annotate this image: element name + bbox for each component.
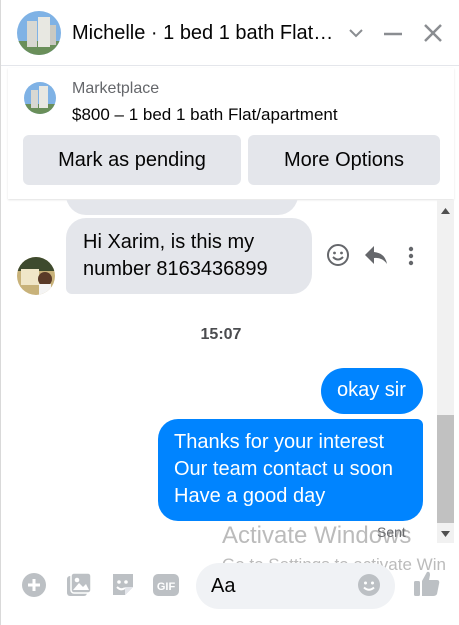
message-line: Our team contact u soon — [174, 458, 394, 480]
minimize-icon[interactable] — [381, 24, 405, 44]
marketplace-label: Marketplace — [72, 80, 160, 97]
gif-label: GIF — [157, 581, 176, 593]
composer-bar: GIF Aa — [1, 555, 459, 625]
sender-avatar[interactable] — [17, 257, 55, 295]
more-options-button[interactable]: More Options — [248, 135, 440, 185]
message-bubble-incoming[interactable]: Hi Xarim, is this my number 8163436899 — [66, 218, 312, 294]
emoji-icon[interactable] — [356, 572, 382, 598]
message-line: okay sir — [337, 379, 406, 401]
gif-icon[interactable]: GIF — [151, 570, 181, 600]
message-line: Thanks for your interest — [174, 431, 385, 453]
photo-icon[interactable] — [64, 570, 94, 600]
message-timestamp: 15:07 — [200, 326, 242, 343]
more-vertical-icon[interactable] — [405, 245, 417, 267]
chevron-down-icon[interactable] — [348, 26, 364, 40]
message-line: number 8163436899 — [83, 258, 268, 280]
message-bubble-partial — [66, 200, 298, 215]
reply-icon[interactable] — [363, 243, 389, 267]
message-input-placeholder: Aa — [211, 575, 236, 597]
contact-avatar[interactable] — [17, 11, 61, 55]
message-scrollbar[interactable] — [437, 200, 454, 543]
scroll-up-arrow-icon[interactable] — [437, 204, 454, 218]
listing-title[interactable]: $800 – 1 bed 1 bath Flat/apartment — [72, 105, 338, 125]
message-bubble-outgoing[interactable]: okay sir — [321, 368, 423, 414]
scroll-down-arrow-icon[interactable] — [437, 527, 454, 541]
message-list[interactable]: Hi Xarim, is this my number 8163436899 1… — [1, 200, 459, 555]
activate-windows-title: Activate Windows — [222, 522, 412, 549]
message-bubble-outgoing[interactable]: Thanks for your interest Our team contac… — [158, 419, 423, 521]
plus-icon[interactable] — [19, 570, 49, 600]
listing-thumbnail[interactable] — [24, 82, 56, 114]
chat-header[interactable]: Michelle · 1 bed 1 bath Flat… — [1, 0, 459, 66]
react-emoji-icon[interactable] — [326, 243, 350, 267]
message-line: Have a good day — [174, 485, 326, 507]
message-line: Hi Xarim, is this my — [83, 231, 255, 253]
like-icon[interactable] — [411, 568, 443, 600]
chat-window: Michelle · 1 bed 1 bath Flat… Marketplac… — [0, 0, 459, 625]
marketplace-listing-card: Marketplace $800 – 1 bed 1 bath Flat/apa… — [8, 68, 454, 199]
sticker-icon[interactable] — [108, 570, 138, 600]
close-icon[interactable] — [421, 21, 445, 45]
mark-as-pending-button[interactable]: Mark as pending — [23, 135, 241, 185]
scrollbar-thumb[interactable] — [437, 415, 454, 523]
conversation-title[interactable]: Michelle · 1 bed 1 bath Flat… — [72, 22, 333, 45]
